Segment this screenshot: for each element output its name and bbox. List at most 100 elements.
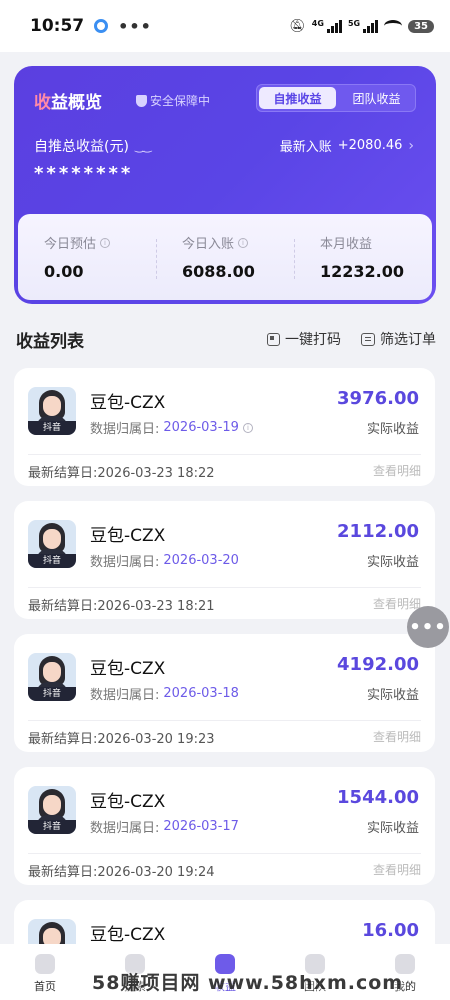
date-prefix: 数据归属日: xyxy=(90,555,160,570)
divider xyxy=(28,587,421,588)
earnings-list-header: 收益列表 一键打码 筛选订单 xyxy=(16,327,436,352)
platform-tag: 抖音 xyxy=(28,687,76,701)
filter-icon xyxy=(361,332,375,346)
battery-icon: 35 xyxy=(408,19,434,33)
platform-tag: 抖音 xyxy=(28,421,76,435)
stat-value: 0.00 xyxy=(44,262,84,281)
tab-label: 首页 xyxy=(34,980,56,993)
code-icon xyxy=(267,332,280,346)
network-type-2: 5G xyxy=(347,18,361,28)
item-amount-label: 实际收益 xyxy=(366,688,419,703)
item-date: 数据归属日: 2026-03-17 xyxy=(90,817,239,836)
date-prefix: 数据归属日: xyxy=(90,688,160,703)
latest-credit-label: 最新入账 xyxy=(279,140,332,155)
date-prefix: 数据归属日: xyxy=(90,422,160,437)
wifi-icon xyxy=(384,20,403,32)
item-amount: 2112.00 xyxy=(337,521,419,542)
avatar: 抖音 xyxy=(28,520,76,568)
item-name: 豆包-CZX xyxy=(90,925,166,945)
status-bar: 10:57 ••• 🔕︎ 4G 5G 35 xyxy=(0,0,450,52)
list-actions: 一键打码 筛选订单 xyxy=(267,329,436,349)
mask-code-label: 一键打码 xyxy=(285,332,341,348)
item-settle-date: 最新结算日:2026-03-23 18:21 xyxy=(28,599,215,614)
more-notifications-icon: ••• xyxy=(118,16,152,36)
list-item[interactable]: 抖音 豆包-CZX 数据归属日: 2026-03-20 2112.00 实际收益… xyxy=(14,501,435,619)
stat-month-earnings: 本月收益 12232.00 xyxy=(294,233,432,281)
item-amount: 3976.00 xyxy=(337,388,419,409)
avatar: 抖音 xyxy=(28,786,76,834)
view-detail-link[interactable]: 查看明细 xyxy=(373,861,421,878)
info-icon[interactable]: i xyxy=(100,237,111,248)
item-name: 豆包-CZX xyxy=(90,792,166,812)
floating-more-button[interactable]: ••• xyxy=(407,606,449,648)
latest-credit-link[interactable]: 最新入账 +2080.46 › xyxy=(279,136,414,156)
date-value: 2026-03-20 xyxy=(163,553,239,568)
date-value: 2026-03-18 xyxy=(163,686,239,701)
status-time: 10:57 xyxy=(30,16,85,36)
view-detail-link[interactable]: 查看明细 xyxy=(373,728,421,745)
eye-closed-icon[interactable]: ‿‿ xyxy=(135,140,152,153)
stat-label: 今日入账 xyxy=(182,237,235,252)
item-amount-label: 实际收益 xyxy=(366,422,419,437)
filter-orders-label: 筛选订单 xyxy=(380,332,436,348)
item-name: 豆包-CZX xyxy=(90,526,166,546)
status-indicators: 🔕︎ 4G 5G 35 xyxy=(289,19,434,34)
stat-today-credited: 今日入账 i 6088.00 xyxy=(156,233,294,281)
overview-title: 收益概览 xyxy=(34,93,102,113)
network-type-1: 4G xyxy=(311,18,324,28)
view-detail-link[interactable]: 查看明细 xyxy=(373,462,421,479)
date-prefix: 数据归属日: xyxy=(90,821,160,836)
item-amount: 4192.00 xyxy=(337,654,419,675)
item-date: 数据归属日: 2026-03-19 i xyxy=(90,418,253,437)
signal-icon xyxy=(326,19,342,33)
home-icon xyxy=(35,954,55,974)
item-settle-date: 最新结算日:2026-03-20 19:24 xyxy=(28,865,215,880)
item-settle-date: 最新结算日:2026-03-23 18:22 xyxy=(28,466,215,481)
stat-today-estimate: 今日预估 i 0.00 xyxy=(18,233,156,281)
earnings-list-title: 收益列表 xyxy=(16,331,84,352)
platform-tag: 抖音 xyxy=(28,820,76,834)
item-amount-label: 实际收益 xyxy=(366,555,419,570)
divider xyxy=(28,853,421,854)
item-name: 豆包-CZX xyxy=(90,393,166,413)
chevron-right-icon: › xyxy=(408,137,414,154)
tab-home[interactable]: 首页 xyxy=(0,944,90,1000)
stat-value: 12232.00 xyxy=(320,262,405,281)
stat-value: 6088.00 xyxy=(182,262,255,281)
view-detail-link[interactable]: 查看明细 xyxy=(373,595,421,612)
list-item[interactable]: 抖音 豆包-CZX 数据归属日: 2026-03-18 4192.00 实际收益… xyxy=(14,634,435,752)
earnings-stats-panel: 今日预估 i 0.00 今日入账 i 6088.00 本月收益 12232.00 xyxy=(18,214,432,300)
list-item[interactable]: 抖音 豆包-CZX 数据归属日: 2026-03-17 1544.00 实际收益… xyxy=(14,767,435,885)
divider xyxy=(28,720,421,721)
tab-self-earnings[interactable]: 自推收益 xyxy=(259,87,336,109)
date-value: 2026-03-19 xyxy=(163,420,239,435)
total-earnings-label-text: 自推总收益(元) xyxy=(34,139,129,155)
latest-credit-value: +2080.46 xyxy=(337,138,403,153)
tab-team-earnings[interactable]: 团队收益 xyxy=(338,85,415,111)
divider xyxy=(28,454,421,455)
earnings-overview-card: 收益概览 安全保障中 自推收益 团队收益 自推总收益(元) ‿‿ 最新入账 +2… xyxy=(14,66,436,304)
item-date: 数据归属日: 2026-03-20 xyxy=(90,551,239,570)
mask-code-button[interactable]: 一键打码 xyxy=(267,329,341,349)
item-amount-label: 实际收益 xyxy=(366,821,419,836)
list-item[interactable]: 抖音 豆包-CZX 数据归属日: 2026-03-19 i 3976.00 实际收… xyxy=(14,368,435,486)
avatar: 抖音 xyxy=(28,387,76,435)
earnings-type-tabs: 自推收益 团队收益 xyxy=(256,84,416,112)
mute-icon: 🔕︎ xyxy=(289,18,306,34)
safety-badge: 安全保障中 xyxy=(136,92,210,109)
stat-label: 今日预估 xyxy=(44,237,97,252)
filter-orders-button[interactable]: 筛选订单 xyxy=(361,329,436,349)
date-value: 2026-03-17 xyxy=(163,819,239,834)
safety-text: 安全保障中 xyxy=(150,94,211,108)
shield-icon xyxy=(136,94,147,107)
platform-tag: 抖音 xyxy=(28,554,76,568)
item-date: 数据归属日: 2026-03-18 xyxy=(90,684,239,703)
item-name: 豆包-CZX xyxy=(90,659,166,679)
item-amount: 1544.00 xyxy=(337,787,419,808)
stat-label: 本月收益 xyxy=(320,237,373,252)
item-amount: 16.00 xyxy=(362,920,419,941)
signal-icon xyxy=(363,19,379,33)
info-icon[interactable]: i xyxy=(238,237,249,248)
avatar: 抖音 xyxy=(28,653,76,701)
info-icon[interactable]: i xyxy=(242,422,253,433)
